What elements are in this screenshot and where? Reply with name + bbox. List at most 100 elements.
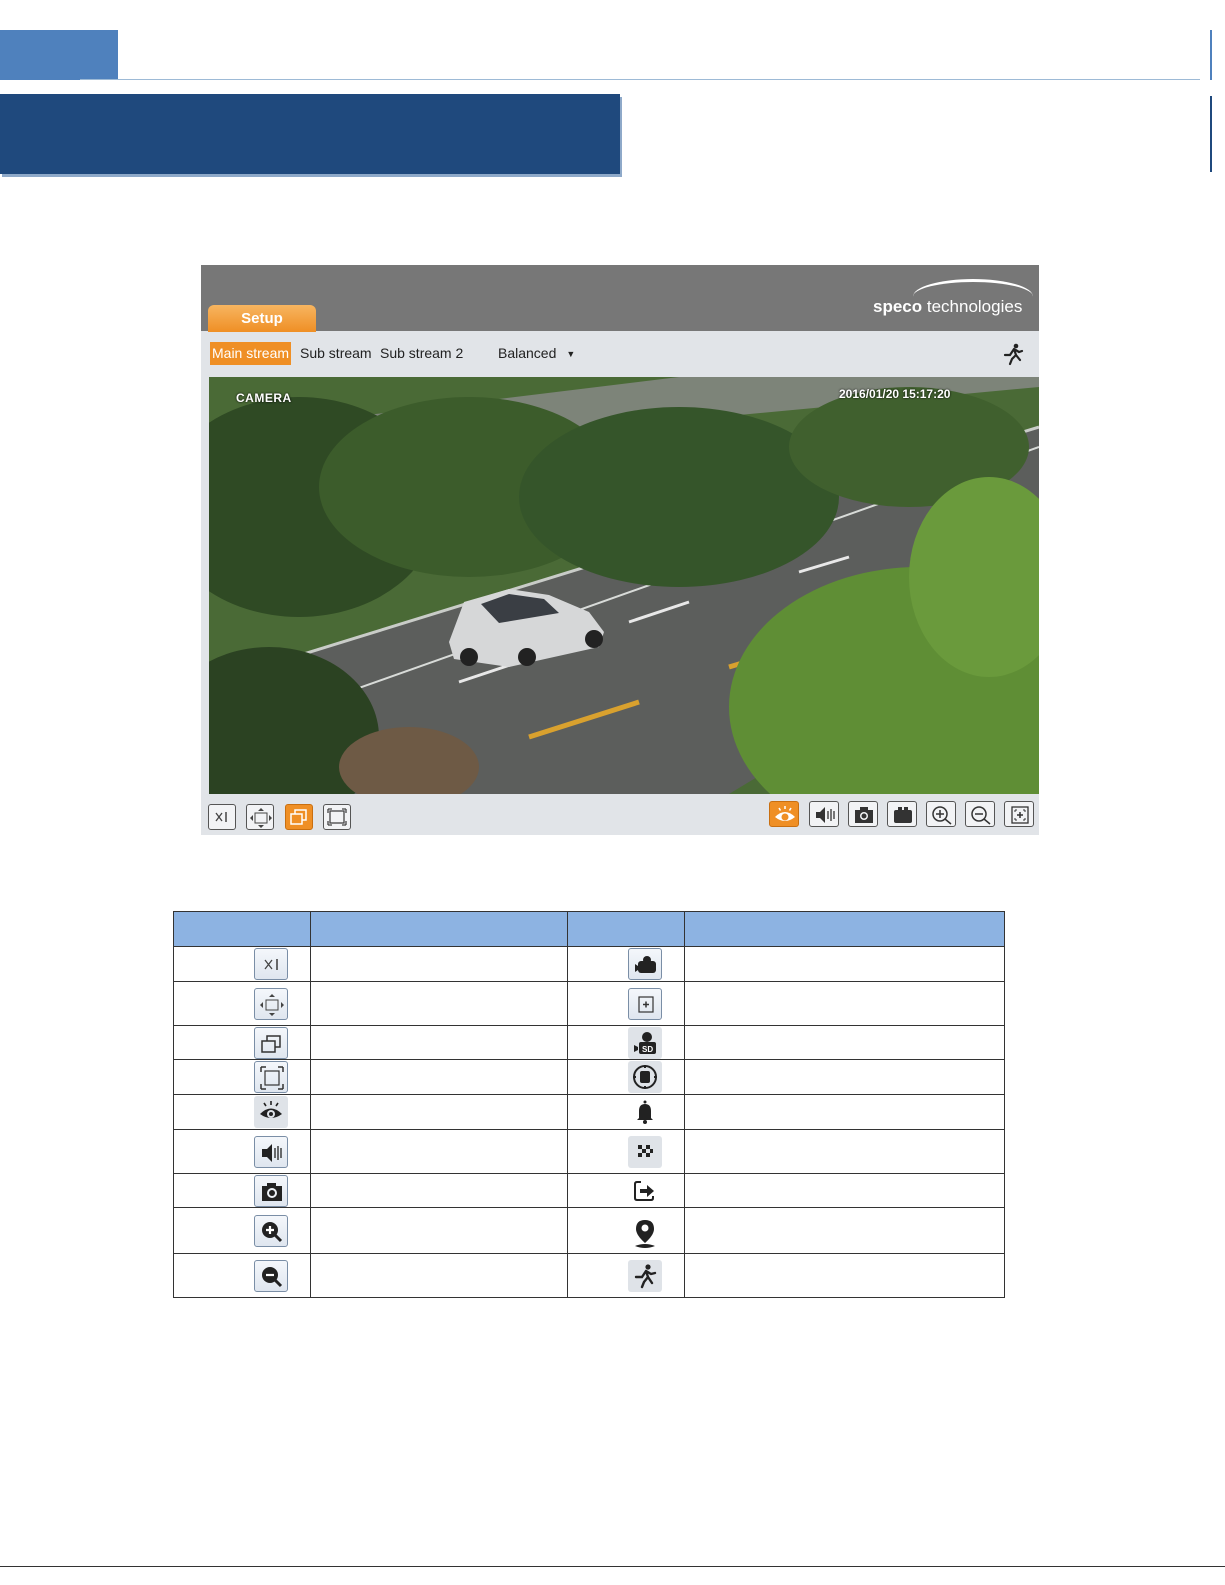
digital-zoom-icon	[628, 987, 662, 1020]
quality-select[interactable]: Balanced ▼	[498, 342, 575, 365]
restore-window-button[interactable]	[285, 804, 313, 830]
restore-window-icon	[254, 1026, 288, 1059]
fullscreen-button[interactable]	[323, 804, 351, 830]
restore-window-icon	[290, 809, 307, 825]
description-cell	[684, 946, 1005, 982]
icon-cell	[567, 946, 685, 982]
description-cell	[310, 946, 568, 982]
record-button[interactable]	[887, 801, 917, 827]
description-cell	[310, 1253, 568, 1298]
fullscreen-icon	[327, 808, 347, 826]
table-row	[173, 1059, 1005, 1095]
snapshot-button[interactable]	[848, 801, 878, 827]
icon-cell	[567, 981, 685, 1026]
description-cell	[684, 1253, 1005, 1298]
icon-cell	[173, 1129, 311, 1174]
icon-cell	[173, 1173, 311, 1208]
zoom-out-icon	[254, 1259, 288, 1292]
description-cell	[684, 1173, 1005, 1208]
description-cell	[684, 1094, 1005, 1130]
description-cell	[310, 1173, 568, 1208]
icon-cell	[567, 1253, 685, 1298]
location-icon	[628, 1215, 662, 1248]
footer-rule	[0, 1566, 1225, 1567]
fullscreen-icon	[254, 1061, 288, 1093]
table-row	[173, 1207, 1005, 1254]
description-cell	[310, 1129, 568, 1174]
record-icon	[894, 807, 912, 823]
table-row	[173, 1173, 1005, 1208]
description-cell	[310, 1207, 568, 1254]
motion-icon[interactable]	[1001, 342, 1025, 366]
right-margin-mark	[1210, 96, 1212, 172]
description-cell	[310, 1094, 568, 1130]
zoom-in-icon	[254, 1214, 288, 1247]
table-header-cell	[310, 911, 568, 947]
audio-icon	[254, 1135, 288, 1168]
zoom-out-icon	[971, 806, 991, 825]
camera-scene	[209, 377, 1039, 794]
record-icon	[628, 948, 662, 980]
sub-stream-button[interactable]: Sub stream	[298, 342, 374, 365]
live-view-screenshot: Setup speco technologies Main stream Sub…	[201, 265, 1039, 835]
table-header-cell	[173, 911, 311, 947]
description-cell	[310, 981, 568, 1026]
zoom-in-icon	[932, 806, 952, 825]
x1-button[interactable]	[208, 804, 236, 830]
live-view-button[interactable]	[769, 801, 799, 827]
zoom-in-button[interactable]	[926, 801, 956, 827]
main-stream-button[interactable]: Main stream	[210, 342, 292, 365]
table-row	[173, 946, 1005, 982]
alarm-bell-icon	[628, 1096, 662, 1128]
table-row	[173, 1129, 1005, 1174]
svg-text:SD: SD	[642, 1045, 653, 1054]
description-cell	[684, 1059, 1005, 1095]
table-row: SD	[173, 1025, 1005, 1060]
chevron-down-icon: ▼	[566, 348, 576, 359]
ptz-icon	[628, 1061, 662, 1093]
icon-cell	[567, 1207, 685, 1254]
speco-logo: speco technologies	[873, 279, 1035, 319]
icon-cell	[173, 1025, 311, 1060]
mosaic-icon	[628, 1135, 662, 1168]
live-video[interactable]: CAMERA 2016/01/20 15:17:20	[209, 377, 1039, 794]
icon-cell	[567, 1059, 685, 1095]
icon-cell	[173, 981, 311, 1026]
icon-cell: SD	[567, 1025, 685, 1060]
section-title-bar	[0, 94, 620, 174]
header-rule	[80, 79, 1200, 80]
zoom-out-button[interactable]	[965, 801, 995, 827]
table-row	[173, 981, 1005, 1026]
snapshot-icon	[855, 807, 873, 823]
table-header-cell	[567, 911, 685, 947]
icon-cell	[173, 1059, 311, 1095]
sub-stream-2-button[interactable]: Sub stream 2	[378, 342, 465, 365]
icon-cell	[173, 1253, 311, 1298]
description-cell	[684, 1207, 1005, 1254]
video-toolbar	[201, 794, 1039, 835]
icon-cell	[173, 946, 311, 982]
setup-tab[interactable]: Setup	[208, 305, 316, 332]
digital-zoom-button[interactable]	[1004, 801, 1034, 827]
live-view-icon	[254, 1096, 288, 1128]
fit-window-icon	[254, 987, 288, 1020]
description-cell	[310, 1025, 568, 1060]
quality-value: Balanced	[498, 345, 557, 361]
icon-cell	[567, 1173, 685, 1208]
icon-cell	[173, 1094, 311, 1130]
table-header-row	[173, 911, 1005, 947]
audio-button[interactable]	[809, 801, 839, 827]
description-cell	[684, 1129, 1005, 1174]
motion-icon	[628, 1259, 662, 1292]
icon-cell	[567, 1094, 685, 1130]
fit-window-icon	[250, 808, 272, 828]
toolbar-icon-table: SD	[173, 911, 1005, 1298]
icon-cell	[567, 1129, 685, 1174]
right-margin-mark	[1210, 30, 1212, 80]
description-cell	[310, 1059, 568, 1095]
sd-record-icon: SD	[628, 1026, 662, 1059]
fit-window-button[interactable]	[246, 804, 274, 830]
x1-icon	[254, 948, 288, 980]
camera-name-overlay: CAMERA	[236, 391, 292, 405]
digital-zoom-icon	[1011, 806, 1029, 824]
